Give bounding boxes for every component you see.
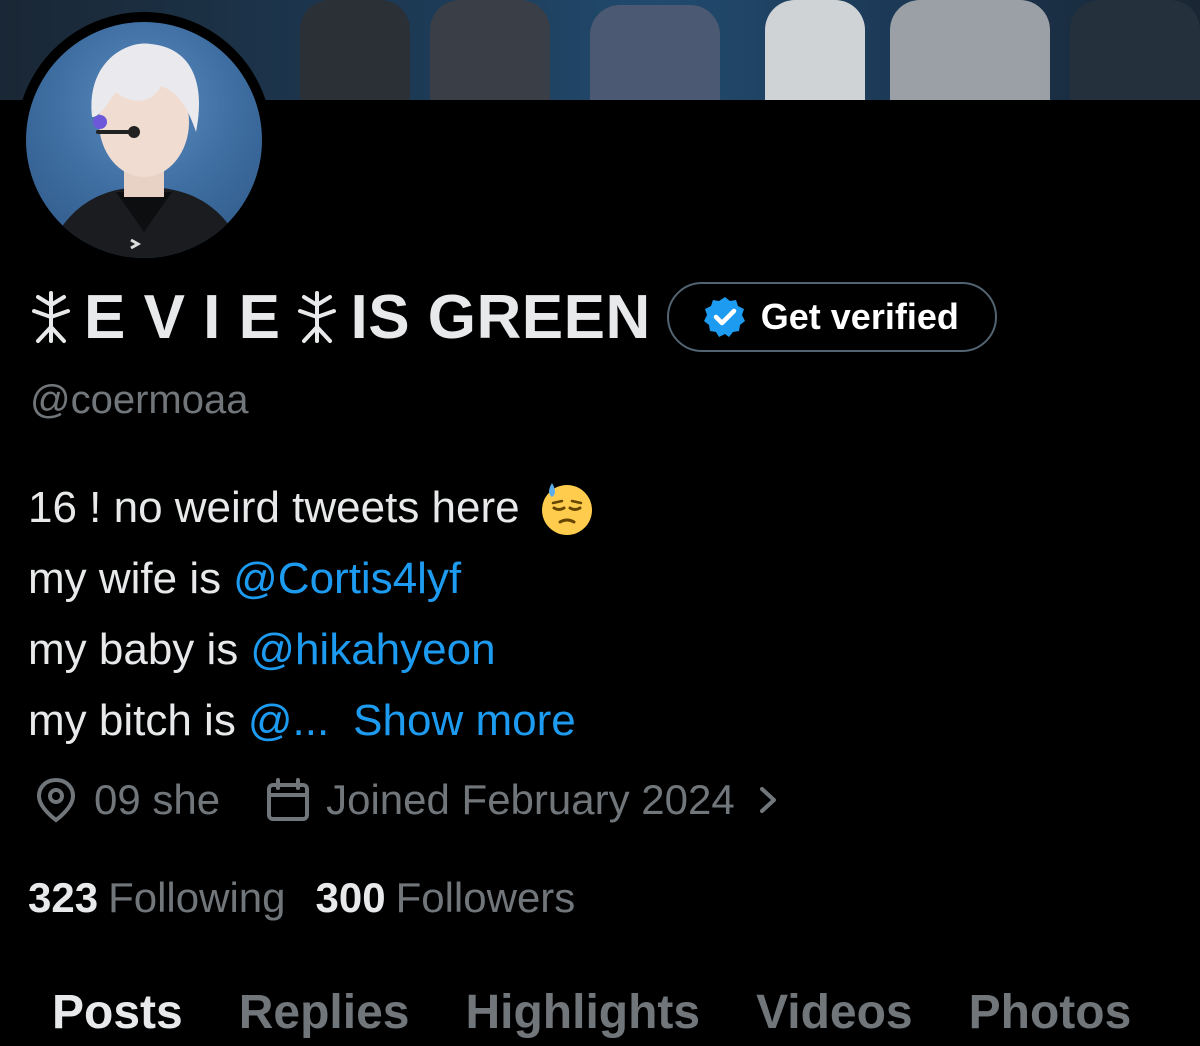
verified-badge-icon [703, 297, 745, 337]
profile-avatar[interactable] [16, 12, 272, 268]
display-name-part2: IS GREEN [350, 282, 651, 352]
get-verified-button[interactable]: Get verified [666, 282, 997, 352]
show-more-link[interactable]: Show more [353, 685, 576, 756]
calendar-icon [267, 778, 310, 821]
following-label: Following [108, 874, 286, 921]
bio-line: my wife is @Cortis4lyf [28, 543, 596, 614]
display-name: E V I E IS GREEN [26, 282, 651, 353]
herb-icon [32, 291, 70, 343]
downcast-face-with-sweat-emoji [541, 482, 592, 535]
followers-stat[interactable]: 300 Followers [316, 874, 576, 922]
get-verified-label: Get verified [760, 296, 959, 337]
chevron-right-icon [759, 787, 776, 813]
bio-text: my bitch is [28, 696, 236, 745]
tab-replies[interactable]: Replies [239, 985, 410, 1040]
joined-text: Joined February 2024 [326, 776, 735, 823]
mention-link[interactable]: @Cortis4lyf [233, 543, 461, 614]
bio-text: my wife is [28, 554, 222, 603]
tab-posts[interactable]: Posts [52, 985, 183, 1040]
tab-photos[interactable]: Photos [969, 985, 1132, 1040]
profile-bio: 16 ! no weird tweets here my wife is @Co… [28, 472, 596, 756]
bio-line: 16 ! no weird tweets here [28, 472, 596, 543]
profile-name-row: E V I E IS GREEN Get verified [26, 282, 997, 353]
bio-text: my baby is [28, 625, 239, 674]
profile-meta: 09 she Joined February 2024 [32, 776, 827, 824]
display-name-part1: E V I E [84, 282, 281, 352]
location-pin-icon [36, 777, 76, 823]
followers-count: 300 [315, 874, 386, 921]
profile-page: E V I E IS GREEN Get verified @coermoaa … [0, 0, 1200, 1046]
following-stat[interactable]: 323 Following [28, 874, 286, 922]
followers-label: Followers [395, 874, 576, 921]
location-item: 09 she [32, 776, 220, 824]
mention-link[interactable]: @... [248, 685, 329, 756]
bio-line: my baby is @hikahyeon [28, 614, 596, 685]
herb-icon [298, 291, 337, 343]
following-count: 323 [28, 874, 99, 921]
profile-handle: @coermoaa [30, 378, 249, 422]
profile-stats: 323 Following 300 Followers [28, 874, 605, 922]
mention-link[interactable]: @hikahyeon [250, 614, 495, 685]
tab-videos[interactable]: Videos [756, 985, 913, 1040]
location-text: 09 she [94, 776, 221, 823]
profile-tabs: Posts Replies Highlights Videos Photos [52, 985, 1187, 1040]
joined-item[interactable]: Joined February 2024 [264, 776, 783, 824]
bio-text: 16 ! no weird tweets here [28, 483, 520, 532]
bio-line: my bitch is @... Show more [28, 685, 596, 756]
tab-highlights[interactable]: Highlights [465, 985, 700, 1040]
